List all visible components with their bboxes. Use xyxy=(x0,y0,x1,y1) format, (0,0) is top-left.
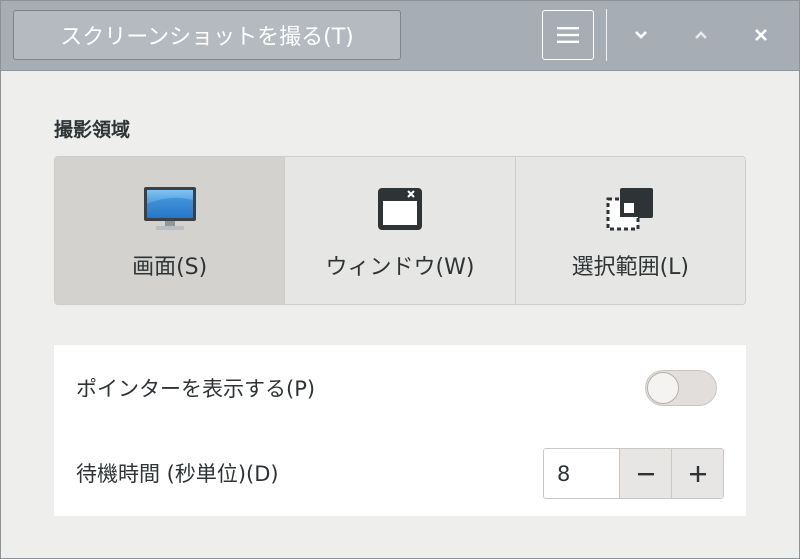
delay-spinbutton xyxy=(543,448,724,499)
window-icon xyxy=(377,188,422,230)
capture-area-group: 画面(S) ウィンドウ(W) 選択範囲(L) xyxy=(54,156,746,305)
options-panel: ポインターを表示する(P) 待機時間 (秒単位)(D) xyxy=(54,345,746,516)
delay-decrease-button[interactable] xyxy=(619,449,671,498)
chevron-up-icon xyxy=(695,31,707,39)
close-button[interactable] xyxy=(743,17,779,53)
area-screen-label: 画面(S) xyxy=(132,255,208,280)
take-screenshot-label: スクリーンショットを撮る(T) xyxy=(60,25,354,50)
monitor-icon xyxy=(143,187,196,230)
take-screenshot-button[interactable]: スクリーンショットを撮る(T) xyxy=(13,10,401,60)
maximize-button[interactable] xyxy=(683,17,719,53)
close-icon xyxy=(755,29,767,41)
delay-increase-button[interactable] xyxy=(671,449,723,498)
hamburger-menu-icon xyxy=(557,27,579,43)
area-window-label: ウィンドウ(W) xyxy=(325,255,475,280)
switch-knob xyxy=(647,372,679,404)
header-bar: スクリーンショットを撮る(T) xyxy=(1,1,799,71)
plus-icon xyxy=(689,465,706,482)
area-selection-label: 選択範囲(L) xyxy=(571,255,690,280)
area-selection-button[interactable]: 選択範囲(L) xyxy=(515,157,745,304)
area-window-button[interactable]: ウィンドウ(W) xyxy=(285,157,516,304)
show-pointer-switch[interactable] xyxy=(645,370,717,406)
capture-area-title: 撮影領域 xyxy=(54,119,131,141)
screenshot-window: スクリーンショットを撮る(T) 撮影領域 画面(S) ウィンドウ(W) 選択範囲… xyxy=(0,0,800,559)
selection-icon xyxy=(606,188,654,231)
header-separator xyxy=(606,9,607,61)
delay-input[interactable] xyxy=(544,449,619,498)
chevron-down-icon xyxy=(635,31,647,39)
show-pointer-label: ポインターを表示する(P) xyxy=(76,377,316,401)
delay-label: 待機時間 (秒単位)(D) xyxy=(76,462,279,486)
menu-button[interactable] xyxy=(542,10,594,60)
area-screen-button[interactable]: 画面(S) xyxy=(55,157,286,304)
minimize-button[interactable] xyxy=(623,17,659,53)
minus-icon xyxy=(637,472,654,475)
